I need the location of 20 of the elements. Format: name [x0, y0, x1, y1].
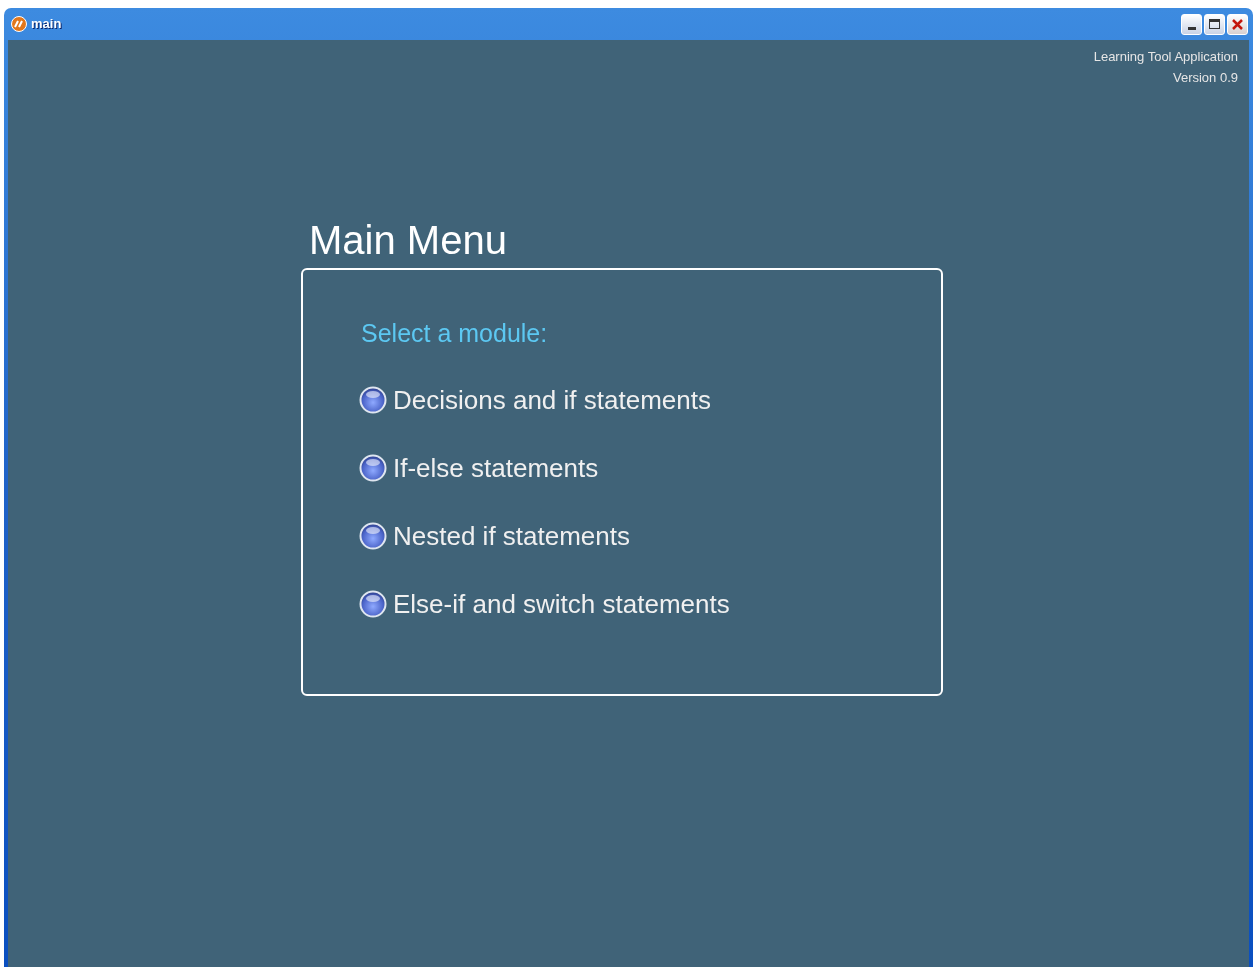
option-label[interactable]: Nested if statements: [393, 521, 630, 551]
radio-button[interactable]: [359, 386, 387, 414]
close-button[interactable]: [1227, 13, 1248, 35]
option-label[interactable]: If-else statements: [393, 453, 599, 483]
minimize-button[interactable]: [1181, 13, 1202, 35]
window-title: main: [31, 15, 62, 34]
menu-title: Main Menu: [308, 217, 508, 264]
app-info-text: Learning Tool Application: [1093, 49, 1238, 65]
radio-button[interactable]: [359, 522, 387, 550]
app-info-text: Version 0.9: [1172, 70, 1238, 86]
close-icon: [1232, 18, 1243, 30]
app-logo-icon: [11, 16, 27, 32]
maximize-button[interactable]: [1204, 13, 1225, 35]
radio-button[interactable]: [359, 590, 387, 618]
radio-button[interactable]: [359, 454, 387, 482]
maximize-icon: [1209, 19, 1220, 29]
option-label[interactable]: Decisions and if statements: [393, 385, 711, 415]
option-label[interactable]: Else-if and switch statements: [393, 589, 730, 619]
prompt-text: Select a module:: [360, 318, 549, 348]
minimize-icon: [1187, 26, 1196, 30]
